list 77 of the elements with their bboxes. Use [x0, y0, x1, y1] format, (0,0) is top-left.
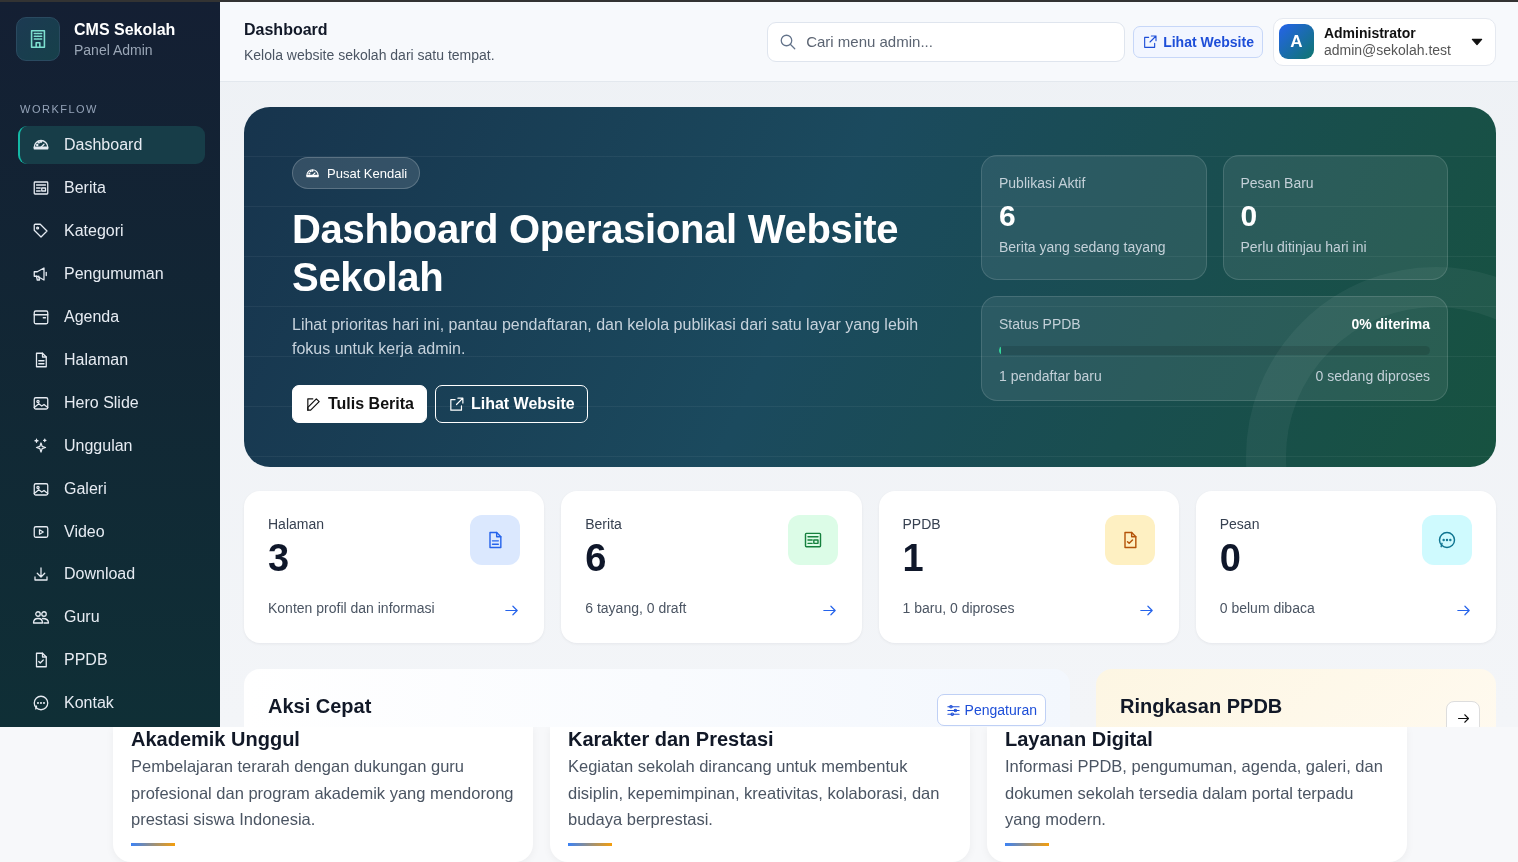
page-title: Dashboard [244, 20, 329, 39]
stat-note: 0 belum dibaca [1219, 600, 1316, 616]
stat-value: 3 [268, 537, 291, 580]
feature-text: Informasi PPDB, pengumuman, agenda, galeri, dan dokumen sekolah tersedia dalam portal terpadu yang modern. [1005, 756, 1384, 830]
newspaper-icon [802, 530, 823, 550]
user-name: Administrator [1323, 25, 1417, 41]
sliders-icon [945, 702, 961, 718]
accent-line [131, 842, 175, 846]
calendar-icon [32, 307, 50, 326]
hero-title: Dashboard Operasional Website Sekolah [292, 206, 900, 301]
stat-value: 1 [902, 537, 925, 580]
brand-subtitle: Panel Admin [74, 41, 154, 58]
sidebar-item[interactable]: Guru [18, 598, 205, 637]
accent-line [1005, 842, 1049, 846]
panel-title: Ringkasan PPDB [1120, 695, 1283, 718]
newspaper-icon [32, 179, 50, 198]
stat-label: Berita [585, 516, 623, 532]
feature-text: Kegiatan sekolah dirancang untuk membentuk disiplin, kepemimpinan, kreativitas, kolaborasi, dan budaya berprestasi. [568, 756, 941, 830]
sidebar-item[interactable]: Berita [18, 168, 205, 208]
sidebar-item[interactable]: Kontak [18, 684, 205, 723]
feature-title: Karakter dan Prestasi [568, 727, 775, 751]
users-icon [32, 608, 50, 627]
section-label: WORKFLOW [20, 103, 99, 115]
edit-icon [305, 395, 322, 413]
feature-title: Layanan Digital [1005, 727, 1154, 751]
chat-icon [32, 694, 50, 713]
brand-title: CMS Sekolah [74, 20, 176, 39]
sidebar-item[interactable]: Galeri [18, 469, 205, 508]
chat-icon [1437, 530, 1457, 550]
sidebar-item[interactable]: Agenda [18, 297, 205, 337]
user-menu[interactable]: A Administrator admin@sekolah.test [1272, 17, 1496, 66]
sidebar-item[interactable]: Download [18, 555, 205, 594]
write-news-button[interactable]: Tulis Berita [292, 385, 427, 423]
external-link-icon [1142, 33, 1159, 50]
metric-note: Perlu ditinjau hari ini [1240, 239, 1368, 255]
avatar: A [1278, 24, 1314, 59]
open-button[interactable] [1446, 701, 1480, 727]
feature-title: Akademik Unggul [131, 727, 301, 751]
metric-label: Pesan Baru [1240, 175, 1315, 191]
stat-value: 6 [585, 537, 608, 580]
sidebar-item[interactable]: Hero Slide [18, 383, 205, 422]
external-link-icon [447, 395, 465, 413]
status-note: 0 sedang diproses [1315, 368, 1430, 384]
stat-label: PPDB [902, 516, 942, 532]
search-field[interactable]: Cari menu admin... [767, 21, 1126, 62]
hero-badge: Pusat Kendali [292, 157, 421, 189]
feature-text: Pembelajaran terarah dengan dukungan guru profesional dan program akademik yang mendorong prestasi siswa Indonesia. [131, 756, 515, 830]
download-icon [32, 565, 50, 584]
stat-label: Pesan [1219, 516, 1261, 532]
sidebar-item[interactable]: Video [18, 512, 205, 551]
accent-line [568, 842, 612, 846]
stat-note: 6 tayang, 0 draft [585, 600, 688, 616]
user-email: admin@sekolah.test [1323, 42, 1451, 58]
sidebar-item[interactable]: PPDB [18, 641, 205, 680]
metric-value: 0 [1240, 199, 1259, 233]
sidebar-item[interactable]: Unggulan [18, 426, 205, 465]
settings-button[interactable]: Pengaturan [936, 694, 1046, 726]
search-icon [779, 32, 798, 51]
website-button[interactable]: Lihat Website [434, 385, 588, 423]
hero-description: Lihat prioritas hari ini, pantau pendaftaran, dan kelola publikasi dari satu layar yang lebih fokus untuk kerja admin. [292, 315, 920, 359]
stat-note: Konten profil dan informasi [268, 600, 436, 616]
sidebar-item[interactable]: Kategori [18, 211, 205, 251]
metric-label: Publikasi Aktif [999, 175, 1087, 191]
stat-value: 0 [1219, 537, 1242, 580]
metric-note: Berita yang sedang tayang [999, 239, 1167, 255]
stat-label: Halaman [268, 516, 326, 532]
stat-note: 1 baru, 0 diproses [902, 600, 1016, 616]
panel-title: Aksi Cepat [268, 695, 372, 718]
status-note: 1 pendaftar baru [999, 368, 1102, 384]
status-label: Status PPDB [999, 316, 1081, 332]
metric-value: 6 [999, 199, 1017, 233]
sidebar-item[interactable]: Halaman [18, 340, 205, 380]
sidebar-item[interactable]: Pengumuman [18, 254, 205, 294]
status-reading: 0% diterima [1351, 316, 1430, 332]
page-subtitle: Kelola website sekolah dari satu tempat. [244, 46, 496, 63]
website-link[interactable]: Lihat Website [1133, 25, 1263, 58]
sidebar-item[interactable]: Dashboard [18, 126, 205, 165]
